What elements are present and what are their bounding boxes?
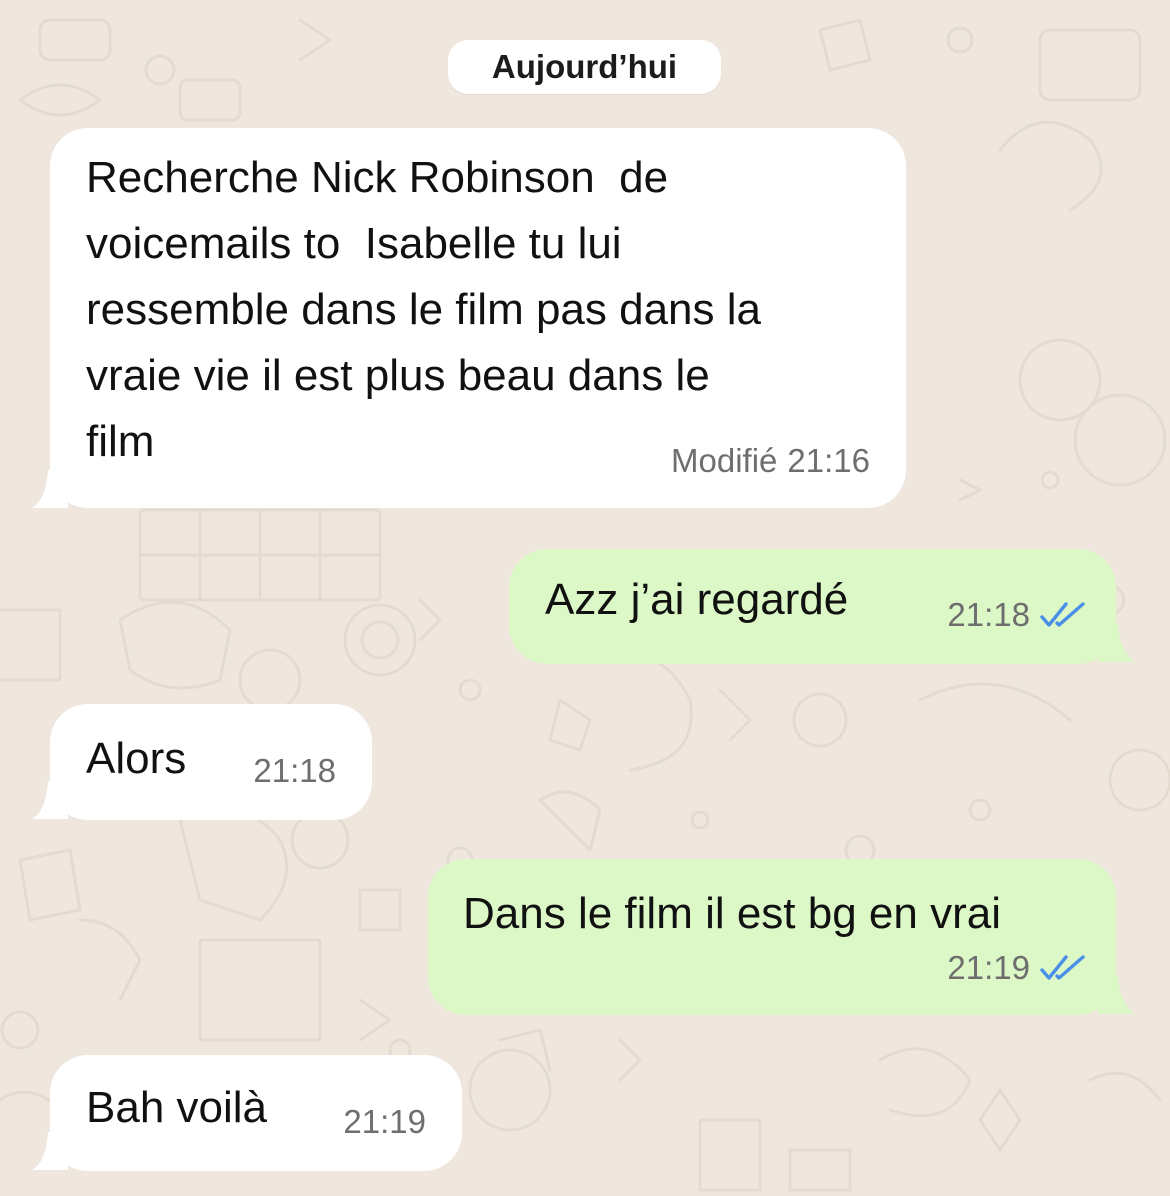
message-bubble-outgoing[interactable]: Azz j’ai regardé 21:18 [509,549,1116,664]
message-time: 21:16 [787,442,870,479]
message-text: Alors [86,734,187,783]
message-meta: 21:18 [253,738,336,804]
message-text: Recherche Nick Robinson de voicemails to… [86,153,761,466]
message-text: Azz j’ai regardé [545,575,849,624]
message-meta: 21:19 [947,935,1086,1001]
message-bubble-incoming[interactable]: Alors 21:18 [50,704,372,820]
bubble-tail-incoming [32,1132,68,1170]
double-check-read-icon [1040,601,1086,629]
message-meta: 21:19 [343,1089,426,1155]
bubble-tail-outgoing [1098,624,1136,662]
double-check-read-icon [1040,954,1086,982]
edited-label: Modifié [671,442,778,479]
message-text: Bah voilà [86,1083,268,1132]
message-time: 21:19 [343,1103,426,1140]
message-time: 21:18 [947,596,1030,633]
message-text: Dans le film il est bg en vrai [463,889,1001,938]
message-meta: 21:18 [947,582,1086,648]
message-bubble-incoming[interactable]: Recherche Nick Robinson de voicemails to… [50,128,906,508]
bubble-tail-outgoing [1098,976,1136,1014]
message-bubble-incoming[interactable]: Bah voilà 21:19 [50,1055,462,1171]
bubble-tail-incoming [32,470,68,508]
message-time: 21:19 [947,949,1030,986]
message-meta: Modifié 21:16 [671,428,870,494]
date-separator: Aujourd’hui [448,40,721,94]
bubble-tail-incoming [32,781,68,819]
message-time: 21:18 [253,752,336,789]
message-bubble-outgoing[interactable]: Dans le film il est bg en vrai 21:19 [428,859,1116,1015]
